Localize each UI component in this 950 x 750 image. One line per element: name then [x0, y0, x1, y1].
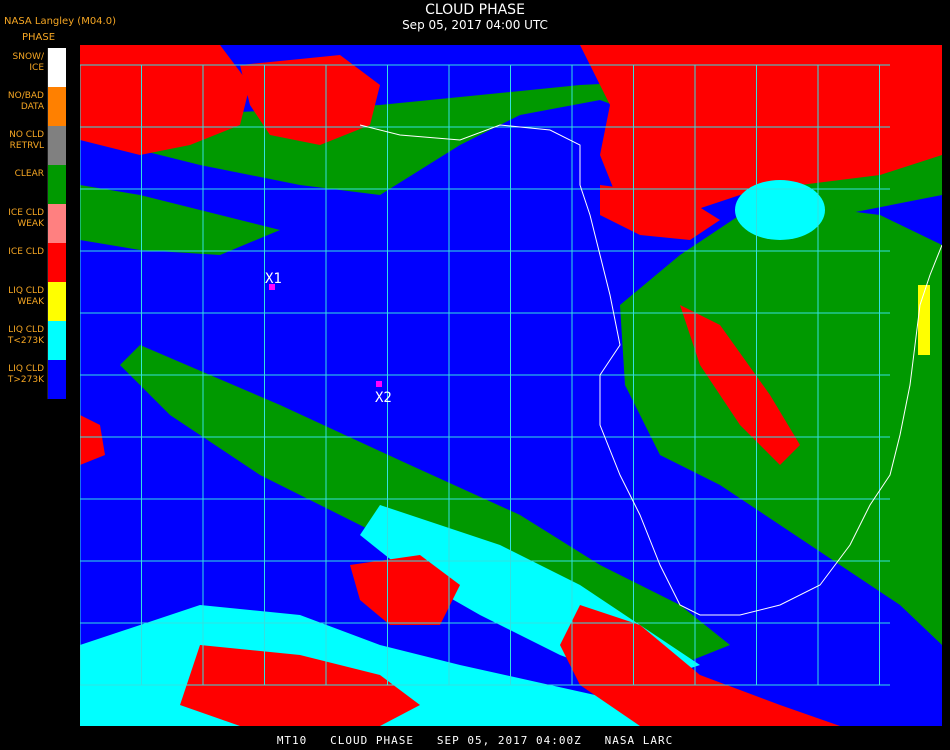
legend-title: PHASE	[22, 32, 56, 43]
legend-swatch	[47, 48, 66, 87]
legend-item: ICE CLD	[0, 243, 66, 282]
phase-legend: SNOW/ ICE NO/BAD DATA NO CLD RETRVL CLEAR IC…	[0, 48, 66, 399]
legend-label: SNOW/ ICE	[12, 52, 44, 73]
legend-label: LIQ CLD WEAK	[8, 286, 44, 307]
legend-label: LIQ CLD T>273K	[7, 364, 44, 385]
legend-item: LIQ CLD T<273K	[0, 321, 66, 360]
legend-item: SNOW/ ICE	[0, 48, 66, 87]
legend-swatch	[47, 87, 66, 126]
legend-item: NO/BAD DATA	[0, 87, 66, 126]
legend-item: NO CLD RETRVL	[0, 126, 66, 165]
legend-swatch	[47, 321, 66, 360]
org-label: NASA Langley (M04.0)	[4, 16, 116, 27]
map-datetime: Sep 05, 2017 04:00 UTC	[402, 18, 548, 32]
legend-swatch	[47, 243, 66, 282]
marker-x2-label: X2	[375, 390, 392, 406]
map-title: CLOUD PHASE	[425, 2, 525, 18]
legend-swatch	[47, 126, 66, 165]
legend-swatch	[47, 204, 66, 243]
legend-swatch	[47, 360, 66, 399]
marker-x2-point	[376, 381, 382, 387]
legend-item: ICE CLD WEAK	[0, 204, 66, 243]
legend-swatch	[47, 282, 66, 321]
legend-item: LIQ CLD WEAK	[0, 282, 66, 321]
legend-item: LIQ CLD T>273K	[0, 360, 66, 399]
marker-x1-label: X1	[265, 271, 282, 287]
legend-label: ICE CLD	[8, 247, 44, 257]
legend-label: ICE CLD WEAK	[8, 208, 44, 229]
legend-label: LIQ CLD T<273K	[7, 325, 44, 346]
region-liquid-weak	[918, 285, 930, 355]
legend-label: NO CLD RETRVL	[9, 130, 44, 151]
legend-label: CLEAR	[14, 169, 44, 179]
legend-item: CLEAR	[0, 165, 66, 204]
legend-label: NO/BAD DATA	[7, 91, 44, 112]
footer-caption: MT10 CLOUD PHASE SEP 05, 2017 04:00Z NAS…	[276, 734, 674, 747]
cloud-phase-map: X1 X2	[80, 45, 942, 726]
legend-swatch	[47, 165, 66, 204]
